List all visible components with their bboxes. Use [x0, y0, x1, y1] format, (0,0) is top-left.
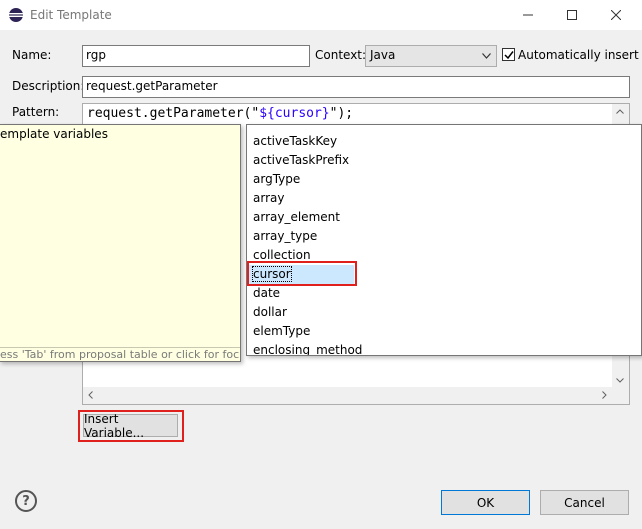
eclipse-app-icon: [9, 8, 23, 22]
minimize-icon: [523, 14, 533, 16]
pattern-suffix: ");: [329, 106, 354, 121]
horizontal-scrollbar[interactable]: [83, 387, 629, 404]
pattern-prefix: request.getParameter(": [87, 106, 260, 121]
close-button[interactable]: [596, 0, 636, 30]
context-value: Java: [370, 48, 396, 62]
auto-insert-label[interactable]: Automatically insert: [518, 48, 639, 62]
scroll-up-icon[interactable]: [616, 109, 624, 114]
description-field[interactable]: request.getParameter: [82, 76, 630, 98]
help-footer: ess 'Tab' from proposal table or click f…: [0, 348, 241, 361]
list-item[interactable]: array_element: [253, 208, 340, 227]
name-field[interactable]: rgp: [82, 45, 310, 67]
list-item[interactable]: activeTaskKey: [253, 132, 337, 151]
cancel-button[interactable]: Cancel: [540, 490, 629, 515]
pattern-variable: ${cursor}: [259, 106, 330, 121]
scroll-left-icon[interactable]: [88, 391, 93, 399]
list-item[interactable]: argType: [253, 170, 300, 189]
context-select[interactable]: Java: [365, 45, 497, 67]
list-item[interactable]: elemType: [253, 322, 310, 341]
title-bar: Edit Template: [0, 0, 642, 30]
list-item[interactable]: activeTaskPrefix: [253, 151, 349, 170]
variable-proposal-list[interactable]: activeTaskKey activeTaskPrefix argType a…: [246, 124, 642, 356]
list-item[interactable]: dollar: [253, 303, 287, 322]
context-label: Context:: [315, 48, 367, 62]
description-label: Description:: [12, 79, 85, 93]
scroll-right-icon[interactable]: [602, 391, 607, 399]
pattern-label: Pattern:: [12, 105, 60, 119]
name-label: Name:: [12, 48, 52, 62]
selected-item-highlight: [247, 261, 357, 286]
maximize-icon: [567, 10, 577, 20]
auto-insert-checkbox[interactable]: [502, 48, 515, 61]
checkmark-icon: [504, 51, 514, 60]
template-variables-help-popup: emplate variables ess 'Tab' from proposa…: [0, 124, 241, 362]
list-item[interactable]: array_type: [253, 227, 317, 246]
list-item[interactable]: date: [253, 284, 280, 303]
close-icon: [611, 10, 621, 20]
list-item[interactable]: enclosing_method: [253, 341, 362, 355]
ok-button[interactable]: OK: [441, 490, 530, 515]
minimize-button[interactable]: [508, 0, 548, 30]
maximize-button[interactable]: [552, 0, 592, 30]
insert-variable-button[interactable]: Insert Variable...: [83, 412, 178, 440]
list-item[interactable]: array: [253, 189, 284, 208]
pattern-text: request.getParameter("${cursor}");: [87, 106, 353, 121]
scroll-down-icon[interactable]: [616, 378, 624, 383]
chevron-down-icon: [482, 53, 491, 59]
window-title: Edit Template: [30, 8, 112, 22]
help-icon[interactable]: ?: [15, 490, 37, 512]
help-text: emplate variables: [0, 127, 108, 141]
